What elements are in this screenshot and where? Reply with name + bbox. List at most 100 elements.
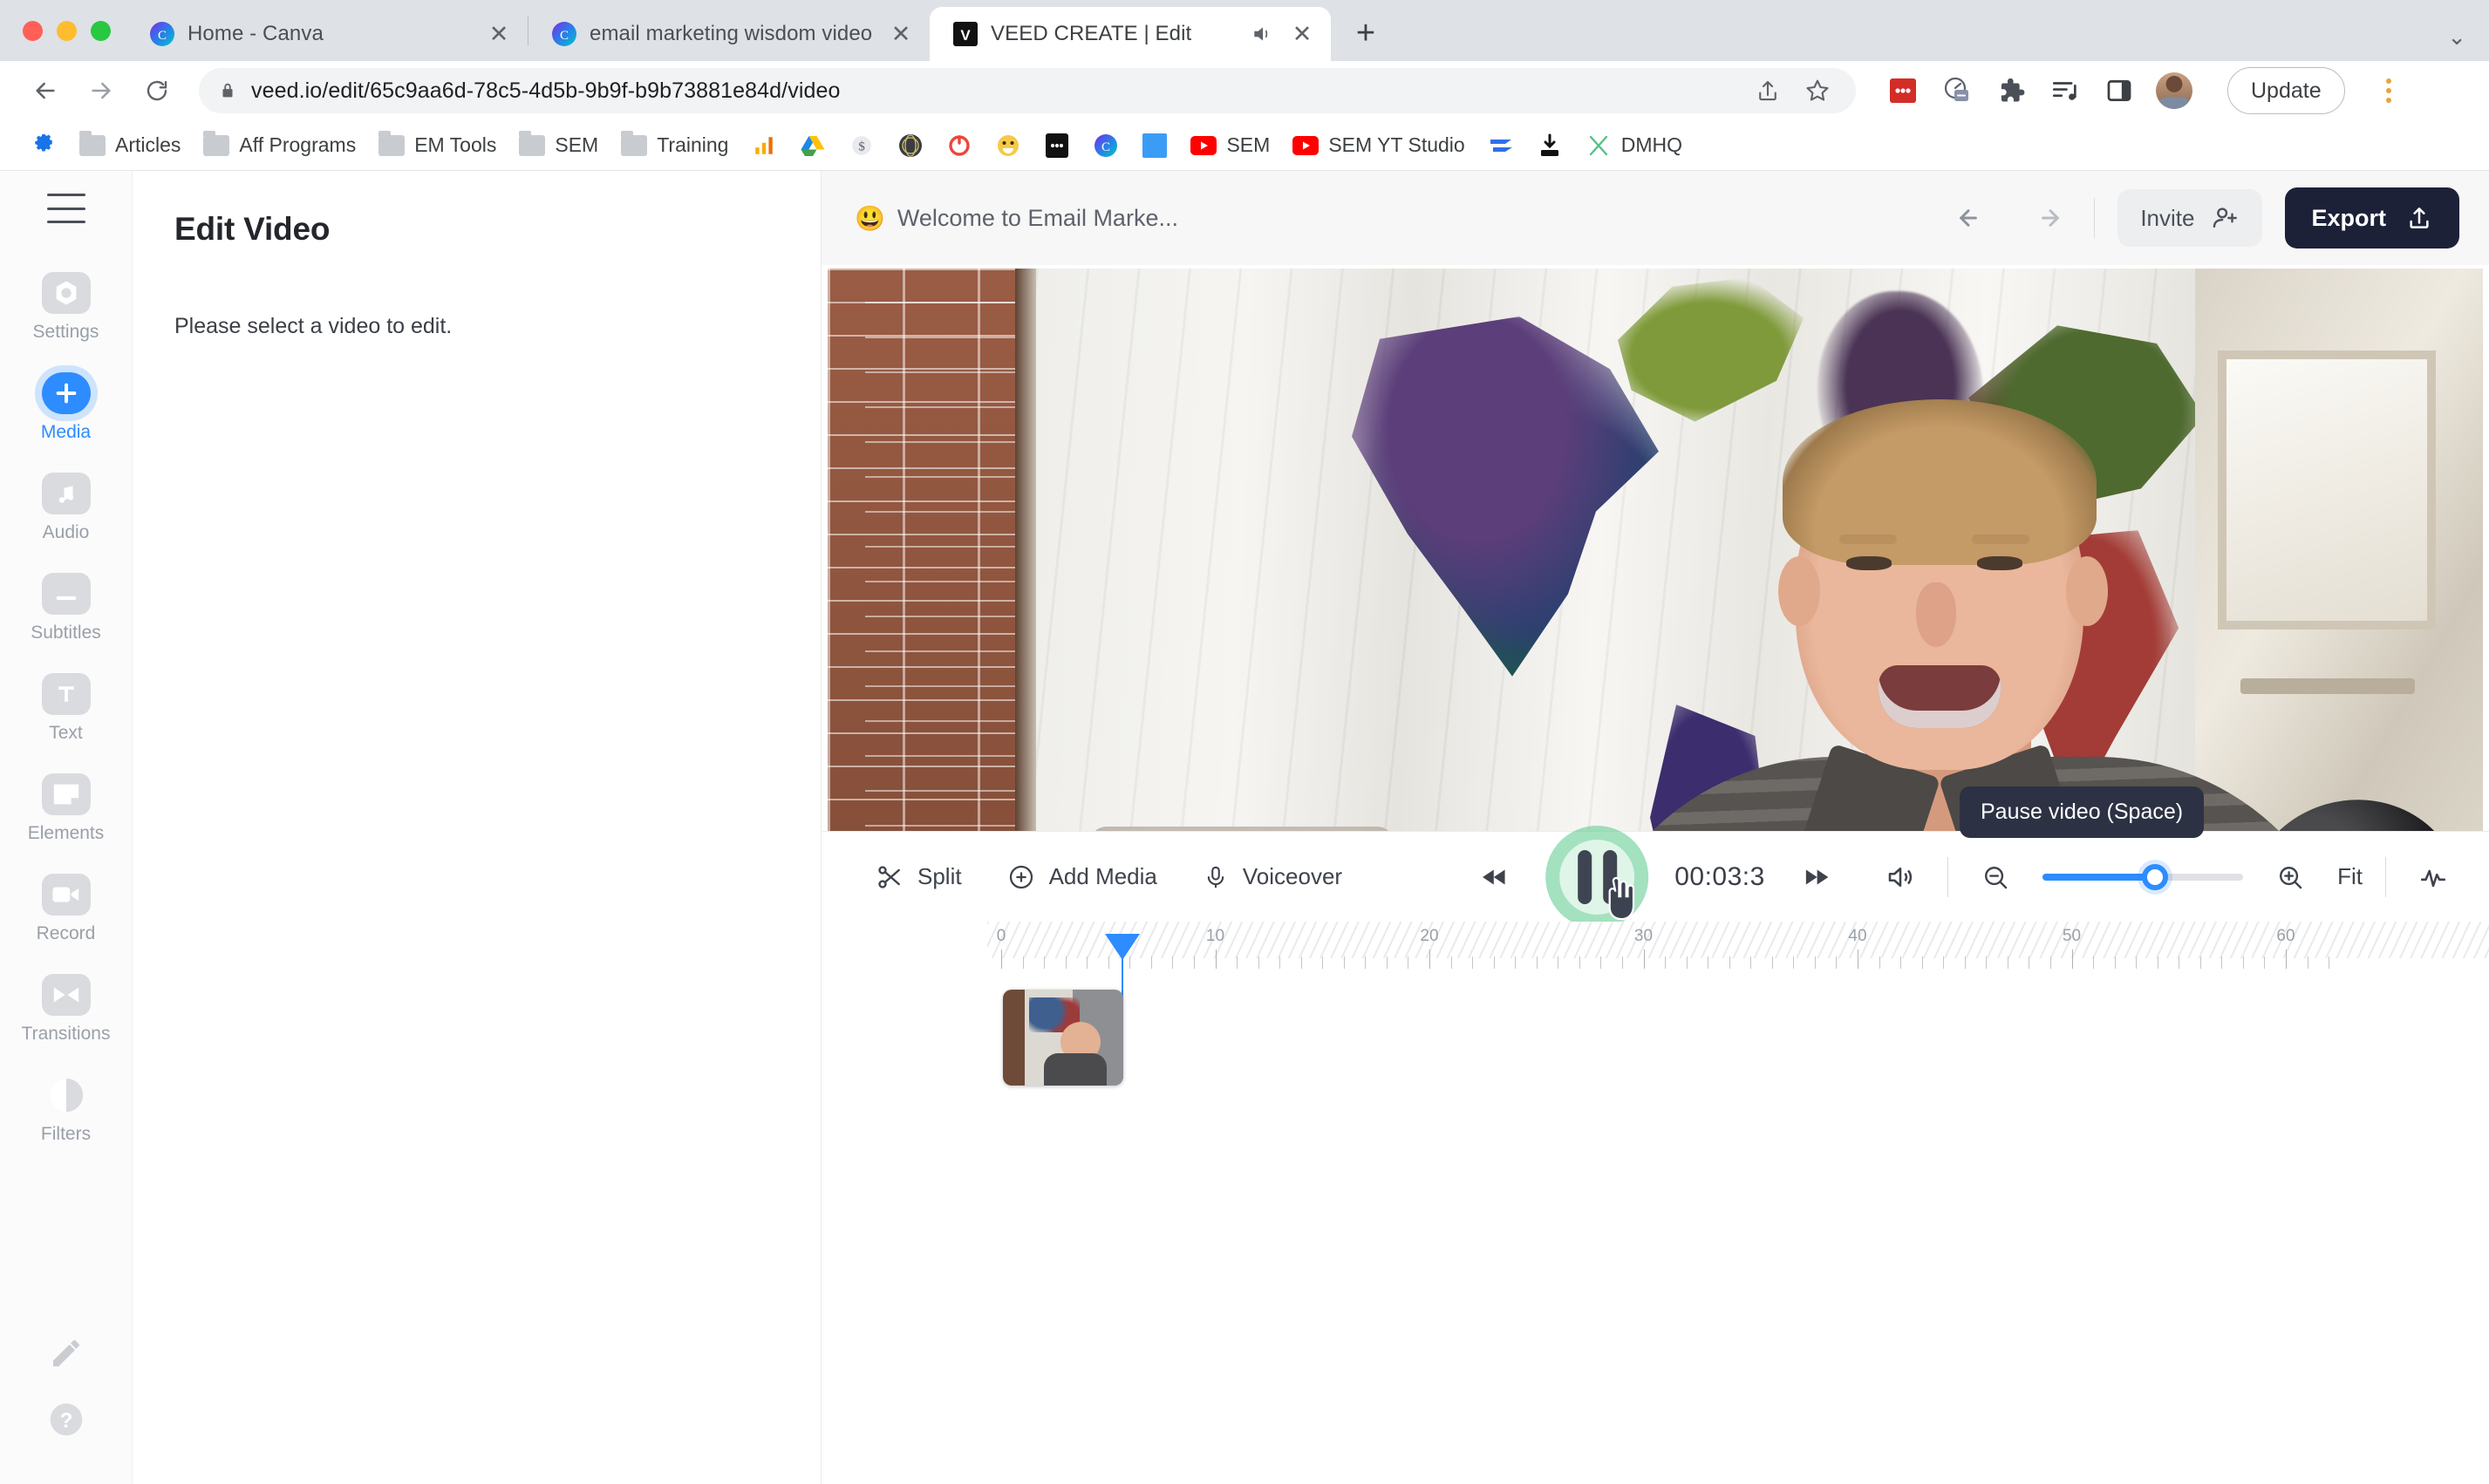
timeline-tick <box>2264 956 2266 969</box>
bookmark-training[interactable]: Training <box>610 126 740 166</box>
bookmark-em-tools[interactable]: EM Tools <box>367 126 508 166</box>
url-omnibox[interactable]: veed.io/edit/65c9aa6d-78c5-4d5b-9b9f-b9b… <box>199 68 1856 113</box>
bookmark-youtube-studio[interactable]: SEM YT Studio <box>1281 126 1476 166</box>
svg-text:C: C <box>158 29 167 43</box>
browser-tab-2[interactable]: C email marketing wisdom video ✕ <box>528 7 930 61</box>
sidebar-item-record[interactable]: Record <box>0 863 133 963</box>
page-title: Edit Video <box>174 211 331 247</box>
invite-label: Invite <box>2140 204 2195 231</box>
profile-avatar[interactable] <box>2156 72 2192 109</box>
undo-arrow-icon[interactable] <box>1947 193 1998 243</box>
voiceover-button[interactable]: Voiceover <box>1180 849 1365 905</box>
bookmark-articles[interactable]: Articles <box>68 126 192 166</box>
timeline-tick <box>2286 950 2287 969</box>
edit-video-panel: Edit Video Please select a video to edit… <box>133 171 822 1484</box>
person-ear-right <box>2066 556 2108 626</box>
sidebar-item-elements[interactable]: Elements <box>0 763 133 863</box>
canva-icon: C <box>149 21 175 47</box>
project-title-text: Welcome to Email Marke... <box>897 204 1178 231</box>
puzzle-extensions-icon[interactable] <box>1994 73 2029 108</box>
timeline-tick <box>1001 950 1002 969</box>
timeline-ruler[interactable]: 0 10 20 30 40 50 60 <box>822 922 2489 1079</box>
sidebar-item-filters[interactable]: Filters <box>0 1064 133 1164</box>
redo-arrow-icon[interactable] <box>2021 193 2071 243</box>
close-icon[interactable]: ✕ <box>1287 19 1317 49</box>
timeline-video-clip[interactable] <box>1003 990 1123 1086</box>
zoom-in-icon[interactable] <box>2266 853 2315 902</box>
timeline-panel[interactable]: 0 10 20 30 40 50 60 <box>822 922 2489 1484</box>
bookmark-settings-gear[interactable] <box>19 126 68 166</box>
waveform-icon[interactable] <box>2409 853 2458 902</box>
bookmark-aff-programs[interactable]: Aff Programs <box>192 126 367 166</box>
person-ear-left <box>1778 556 1820 626</box>
chevron-down-icon[interactable]: ⌄ <box>2447 24 2466 51</box>
split-button[interactable]: Split <box>853 849 985 905</box>
kebab-menu-icon[interactable] <box>2370 67 2408 114</box>
download-icon <box>1537 133 1563 157</box>
sidebar-item-settings[interactable]: Settings <box>0 262 133 362</box>
fit-button[interactable]: Fit <box>2337 863 2363 890</box>
help-question-icon[interactable]: ? <box>47 1400 85 1439</box>
zoom-slider-fill <box>2042 873 2155 881</box>
bookmark-sem-folder[interactable]: SEM <box>508 126 610 166</box>
bookmark-dmhq[interactable]: DMHQ <box>1574 126 1694 166</box>
forward-arrow-icon[interactable] <box>75 65 127 117</box>
share-icon[interactable] <box>1755 78 1781 104</box>
browser-tab-1[interactable]: C Home - Canva ✕ <box>126 7 528 61</box>
bookmark-youtube-sem[interactable]: SEM <box>1179 126 1281 166</box>
tab-mute-icon[interactable] <box>1249 21 1275 47</box>
bookmark-blue-arrows[interactable] <box>1476 126 1525 166</box>
timeline-tick-label: 20 <box>1420 927 1439 945</box>
bookmark-download[interactable] <box>1525 126 1574 166</box>
star-icon[interactable] <box>1804 77 1831 105</box>
reload-icon[interactable] <box>131 65 183 117</box>
browser-toolbar: veed.io/edit/65c9aa6d-78c5-4d5b-9b9f-b9b… <box>0 61 2489 120</box>
sidebar-item-text[interactable]: Text <box>0 663 133 763</box>
update-button[interactable]: Update <box>2227 67 2345 114</box>
timeline-tick <box>1643 950 1645 969</box>
browser-tab-3-active[interactable]: V VEED CREATE | Edit ✕ <box>930 7 1331 61</box>
back-arrow-icon[interactable] <box>19 65 72 117</box>
sidebar-item-subtitles[interactable]: Subtitles <box>0 562 133 663</box>
zoom-slider[interactable] <box>2042 863 2244 890</box>
svg-text:$: $ <box>859 139 866 153</box>
timeline-tick <box>2093 956 2095 969</box>
speed-dial-icon[interactable] <box>1940 73 1974 108</box>
bookmark-black-app[interactable] <box>1033 126 1081 166</box>
export-button[interactable]: Export <box>2285 187 2459 248</box>
close-icon[interactable]: ✕ <box>886 19 916 49</box>
bookmark-red-circle[interactable] <box>935 126 984 166</box>
zoom-out-icon[interactable] <box>1971 853 2020 902</box>
skip-back-icon[interactable] <box>1470 853 1519 902</box>
close-icon[interactable]: ✕ <box>484 19 514 49</box>
new-tab-button[interactable]: + <box>1341 9 1390 58</box>
close-window-button[interactable] <box>23 20 43 41</box>
volume-icon[interactable] <box>1876 853 1925 902</box>
bookmark-label: SEM YT Studio <box>1328 133 1465 156</box>
bookmark-smiley[interactable] <box>984 126 1033 166</box>
minimize-window-button[interactable] <box>57 20 77 41</box>
bookmark-google-drive[interactable] <box>788 126 837 166</box>
side-panel-icon[interactable] <box>2102 73 2137 108</box>
maximize-window-button[interactable] <box>91 20 111 41</box>
bookmark-dollar[interactable]: $ <box>837 126 886 166</box>
bookmark-dark-globe[interactable] <box>886 126 935 166</box>
add-media-button[interactable]: Add Media <box>985 849 1180 905</box>
project-title[interactable]: 😃 Welcome to Email Marke... <box>855 204 1178 233</box>
pencil-icon[interactable] <box>49 1336 84 1371</box>
invite-button[interactable]: Invite <box>2117 189 2263 247</box>
upload-icon <box>2405 204 2433 232</box>
lastpass-icon[interactable] <box>1886 73 1920 108</box>
bookmark-blue-square[interactable] <box>1130 126 1179 166</box>
zoom-slider-handle[interactable] <box>2141 863 2168 890</box>
split-label: Split <box>917 863 962 889</box>
sidebar-item-transitions[interactable]: Transitions <box>0 963 133 1064</box>
menu-icon[interactable] <box>46 194 85 223</box>
play-pause-button[interactable] <box>1545 825 1649 929</box>
reading-list-icon[interactable] <box>2048 73 2083 108</box>
sidebar-item-audio[interactable]: Audio <box>0 462 133 562</box>
skip-forward-icon[interactable] <box>1791 853 1840 902</box>
sidebar-item-media[interactable]: Media <box>0 362 133 462</box>
bookmark-analytics[interactable] <box>740 126 788 166</box>
bookmark-canva[interactable]: C <box>1081 126 1130 166</box>
